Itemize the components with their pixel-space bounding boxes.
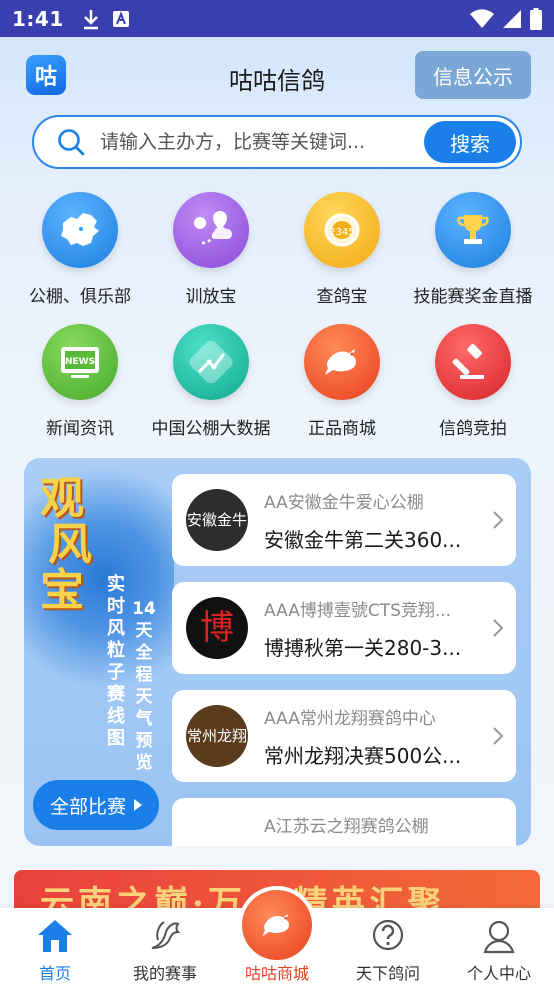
club-avatar [186,813,248,846]
tab-my-races[interactable]: 我的赛事 [110,908,220,984]
grid-item-news[interactable]: NEWS 新闻资讯 [12,324,148,439]
triangle-right-icon [134,799,142,811]
search-button[interactable]: 搜索 [424,121,516,163]
grid-item-training[interactable]: 训放宝 [143,192,279,307]
match-title: 常州龙翔决赛500公... [264,744,462,768]
grid-item-ring-lookup[interactable]: 2345 查鸽宝 [274,192,410,307]
wifi-icon [470,8,494,28]
match-club: A江苏云之翔赛鸽公棚 [264,817,429,837]
signal-icon [503,9,521,28]
status-time: 1:41 [12,6,64,31]
all-matches-button[interactable]: 全部比赛 [33,780,159,830]
promo-char: 宝 [40,565,84,616]
match-club: AAA常州龙翔赛鸽中心 [264,709,436,729]
promo-line-1: 实时风粒子赛线图 [107,574,125,749]
trophy-icon [435,192,511,268]
grid-label: 信鸽竞拍 [439,419,507,439]
grid-label: 训放宝 [185,287,237,307]
header: 咕 咕咕信鸽 信息公示 [0,37,554,117]
match-club: AA安徽金牛爱心公棚 [264,493,424,513]
app-notification-icon [112,10,129,27]
grid-label: 公棚、俱乐部 [29,287,131,307]
pigeon-icon [304,324,380,400]
club-avatar: 常州龙翔 [186,705,248,767]
tab-pigeon-qa[interactable]: 天下鸽问 [333,908,443,984]
promo-line-2: 14天全程天气预览 [132,599,156,773]
battery-icon [530,7,542,30]
dove-icon [151,921,181,949]
grid-label: 正品商城 [308,419,376,439]
grid-item-big-data[interactable]: 中国公棚大数据 [143,324,279,439]
auction-hammer-icon [435,324,511,400]
search-icon [58,129,85,156]
search-bar: 搜索 [32,115,522,169]
grid-item-skill-race-live[interactable]: 技能赛奖金直播 [405,192,541,307]
home-icon [38,920,72,952]
promo-weather-banner[interactable]: 观 风 宝 实时风粒子赛线图 14天全程天气预览 全部比赛 [24,458,174,846]
match-club: AAA博搏壹號CTS竞翔... [264,601,452,621]
match-title: 安徽金牛第二关360... [264,528,462,552]
grid-item-mall[interactable]: 正品商城 [274,324,410,439]
download-icon [83,9,98,29]
svg-text:NEWS: NEWS [65,357,95,367]
tab-label: 首页 [38,964,71,983]
match-card[interactable]: A江苏云之翔赛鸽公棚 [172,798,516,846]
search-input[interactable] [100,131,420,153]
data-chart-icon [173,324,249,400]
grid-label: 中国公棚大数据 [151,419,271,439]
question-icon [372,919,404,951]
tab-label: 个人中心 [466,964,531,983]
news-tv-icon: NEWS [42,324,118,400]
chevron-right-icon [493,619,504,637]
tab-label: 天下鸽问 [355,964,420,983]
grid-item-clubs[interactable]: 公棚、俱乐部 [12,192,148,307]
tab-home[interactable]: 首页 [0,908,110,984]
all-matches-label: 全部比赛 [49,795,126,818]
pigeon-icon [242,890,312,960]
chevron-right-icon [493,511,504,529]
user-icon [483,920,515,954]
match-card[interactable]: 博 AAA博搏壹號CTS竞翔... 博搏秋第一关280-3... [172,582,516,674]
promo-char: 观 [40,473,84,524]
club-avatar: 博 [186,597,248,659]
grid-item-auction[interactable]: 信鸽竞拍 [405,324,541,439]
club-avatar: 安徽金牛 [186,489,248,551]
chevron-right-icon [493,727,504,745]
grid-label: 新闻资讯 [46,419,114,439]
svg-text:2345: 2345 [329,227,354,238]
match-card[interactable]: 常州龙翔 AAA常州龙翔赛鸽中心 常州龙翔决赛500公... [172,690,516,782]
promo-char: 风 [48,519,92,570]
tab-label: 我的赛事 [132,964,197,983]
china-map-icon [42,192,118,268]
mall-tab-bubble[interactable] [238,886,316,964]
leg-ring-icon: 2345 [304,192,380,268]
info-disclosure-button[interactable]: 信息公示 [415,51,531,99]
grid-label: 技能赛奖金直播 [413,287,533,307]
route-pin-icon [173,192,249,268]
match-card[interactable]: 安徽金牛 AA安徽金牛爱心公棚 安徽金牛第二关360... [172,474,516,566]
match-panel: 观 风 宝 实时风粒子赛线图 14天全程天气预览 全部比赛 安徽金牛 AA安徽金… [24,458,531,846]
grid-label: 查鸽宝 [316,287,368,307]
status-bar: 1:41 [0,0,554,37]
match-title: 博搏秋第一关280-3... [264,636,462,660]
tab-profile[interactable]: 个人中心 [444,908,554,984]
promo-title: 观 风 宝 [40,476,92,614]
